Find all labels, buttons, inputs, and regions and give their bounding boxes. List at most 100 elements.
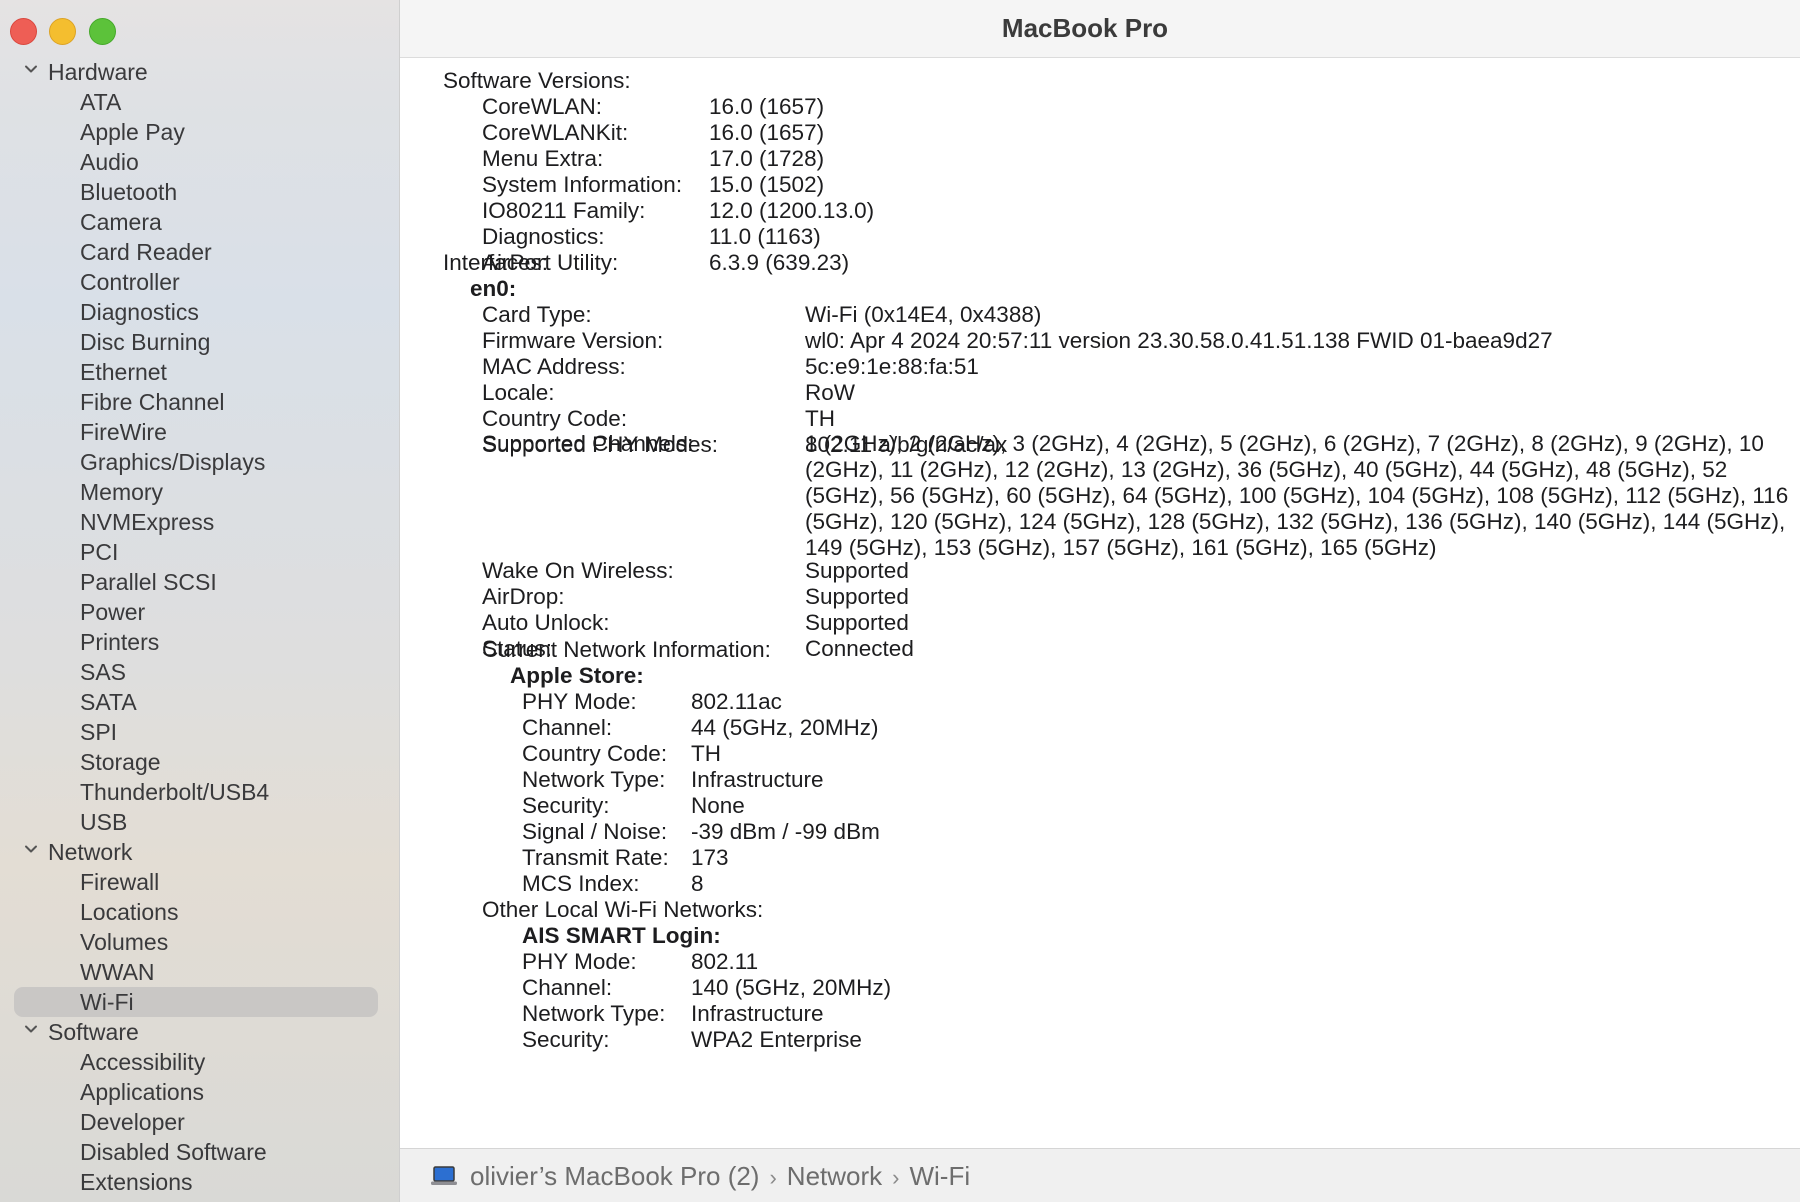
current-network-property-value: Infrastructure bbox=[691, 767, 824, 792]
detail-content[interactable]: Software Versions: CoreWLAN: 16.0 (1657) C… bbox=[400, 58, 1800, 1146]
software-version-value: 16.0 (1657) bbox=[709, 120, 825, 145]
sidebar-item-thunderbolt-usb4[interactable]: Thunderbolt/USB4 bbox=[0, 777, 399, 807]
zoom-window-button[interactable] bbox=[89, 18, 116, 45]
other-network-name: AIS SMART Login: bbox=[522, 923, 721, 948]
sidebar-item-audio[interactable]: Audio bbox=[0, 147, 399, 177]
sidebar-item-locations[interactable]: Locations bbox=[0, 897, 399, 927]
sidebar-item-wwan[interactable]: WWAN bbox=[0, 957, 399, 987]
other-network-property-label: PHY Mode: bbox=[522, 949, 637, 974]
sidebar-section-software[interactable]: Software bbox=[0, 1017, 399, 1047]
current-network-property-value: 8 bbox=[691, 871, 704, 896]
sidebar-item-parallel-scsi[interactable]: Parallel SCSI bbox=[0, 567, 399, 597]
software-version-label: CoreWLANKit: bbox=[482, 120, 629, 145]
sidebar-item-printers[interactable]: Printers bbox=[0, 627, 399, 657]
interface-property-value: Supported bbox=[805, 610, 909, 635]
breadcrumb-segment[interactable]: olivier’s MacBook Pro (2) bbox=[470, 1161, 759, 1191]
current-network-property-value: None bbox=[691, 793, 745, 818]
chevron-down-icon[interactable] bbox=[24, 62, 38, 76]
titlebar: MacBook Pro bbox=[400, 0, 1800, 58]
current-network-property-value: 173 bbox=[691, 845, 729, 870]
current-network-header: Current Network Information: bbox=[482, 637, 771, 662]
software-version-value: 6.3.9 (639.23) bbox=[709, 250, 850, 275]
interface-property-value: RoW bbox=[805, 380, 855, 405]
sidebar-item-applications[interactable]: Applications bbox=[0, 1077, 399, 1107]
sidebar-item-disc-burning[interactable]: Disc Burning bbox=[0, 327, 399, 357]
close-window-button[interactable] bbox=[10, 18, 37, 45]
current-network-property-label: Channel: bbox=[522, 715, 613, 740]
sidebar-item-usb[interactable]: USB bbox=[0, 807, 399, 837]
software-version-value: 12.0 (1200.13.0) bbox=[709, 198, 875, 223]
sidebar-item-graphics-displays[interactable]: Graphics/Displays bbox=[0, 447, 399, 477]
sidebar-item-sas[interactable]: SAS bbox=[0, 657, 399, 687]
interface-property-label: MAC Address: bbox=[482, 354, 626, 379]
supported-channels-label: Supported Channels: bbox=[482, 431, 694, 456]
laptop-icon bbox=[430, 1165, 458, 1187]
software-version-label: CoreWLAN: bbox=[482, 94, 603, 119]
sidebar-section-network[interactable]: Network bbox=[0, 837, 399, 867]
sidebar-item-developer[interactable]: Developer bbox=[0, 1107, 399, 1137]
sidebar-item-firewall[interactable]: Firewall bbox=[0, 867, 399, 897]
sidebar-item-bluetooth[interactable]: Bluetooth bbox=[0, 177, 399, 207]
software-version-label: Menu Extra: bbox=[482, 146, 604, 171]
sidebar-section-hardware[interactable]: Hardware bbox=[0, 57, 399, 87]
current-network-property-value: 802.11ac bbox=[691, 689, 782, 714]
sidebar: Hardware ATA Apple Pay Audio Bluetooth Camera… bbox=[0, 0, 400, 1202]
sidebar-item-storage[interactable]: Storage bbox=[0, 747, 399, 777]
sidebar-item-fibre-channel[interactable]: Fibre Channel bbox=[0, 387, 399, 417]
breadcrumb-segment[interactable]: Wi-Fi bbox=[909, 1161, 970, 1191]
sidebar-item-memory[interactable]: Memory bbox=[0, 477, 399, 507]
sidebar-section-label: Software bbox=[48, 1018, 139, 1045]
interface-property-label: Firmware Version: bbox=[482, 328, 664, 353]
interface-property-label: AirDrop: bbox=[482, 584, 565, 609]
sidebar-item-ata[interactable]: ATA bbox=[0, 87, 399, 117]
minimize-window-button[interactable] bbox=[49, 18, 76, 45]
software-version-value: 17.0 (1728) bbox=[709, 146, 825, 171]
sidebar-item-controller[interactable]: Controller bbox=[0, 267, 399, 297]
sidebar-item-power[interactable]: Power bbox=[0, 597, 399, 627]
sidebar-item-diagnostics[interactable]: Diagnostics bbox=[0, 297, 399, 327]
sidebar-item-pci[interactable]: PCI bbox=[0, 537, 399, 567]
software-version-value: 16.0 (1657) bbox=[709, 94, 825, 119]
current-network-property-value: -39 dBm / -99 dBm bbox=[691, 819, 880, 844]
current-network-property-value: 44 (5GHz, 20MHz) bbox=[691, 715, 879, 740]
sidebar-item-card-reader[interactable]: Card Reader bbox=[0, 237, 399, 267]
software-version-value: 15.0 (1502) bbox=[709, 172, 825, 197]
sidebar-item-wi-fi[interactable]: Wi-Fi bbox=[14, 987, 378, 1017]
sidebar-item-ethernet[interactable]: Ethernet bbox=[0, 357, 399, 387]
sidebar-item-volumes[interactable]: Volumes bbox=[0, 927, 399, 957]
sidebar-item-sata[interactable]: SATA bbox=[0, 687, 399, 717]
interface-property-value: wl0: Apr 4 2024 20:57:11 version 23.30.5… bbox=[805, 328, 1553, 353]
sidebar-item-accessibility[interactable]: Accessibility bbox=[0, 1047, 399, 1077]
interface-property-value: TH bbox=[805, 406, 835, 431]
interface-property-label: Card Type: bbox=[482, 302, 592, 327]
chevron-down-icon[interactable] bbox=[24, 842, 38, 856]
breadcrumb-segment[interactable]: Network bbox=[787, 1161, 882, 1191]
interfaces-header: Interfaces: bbox=[443, 250, 549, 275]
current-network-property-label: Signal / Noise: bbox=[522, 819, 668, 844]
path-bar: olivier’s MacBook Pro (2) › Network › Wi-Fi bbox=[400, 1148, 1800, 1202]
sidebar-item-extensions[interactable]: Extensions bbox=[0, 1167, 399, 1197]
supported-channels-value: 1 (2GHz), 2 (2GHz), 3 (2GHz), 4 (2GHz), … bbox=[805, 431, 1789, 560]
other-network-property-label: Channel: bbox=[522, 975, 613, 1000]
interface-property-value: Supported bbox=[805, 584, 909, 609]
software-version-label: IO80211 Family: bbox=[482, 198, 646, 223]
other-network-property-value: Infrastructure bbox=[691, 1001, 824, 1026]
interface-property-value: Wi-Fi (0x14E4, 0x4388) bbox=[805, 302, 1042, 327]
sidebar-item-disabled-software[interactable]: Disabled Software bbox=[0, 1137, 399, 1167]
interface-property-label: Country Code: bbox=[482, 406, 628, 431]
window-title: MacBook Pro bbox=[1001, 13, 1169, 43]
other-network-property-label: Network Type: bbox=[522, 1001, 666, 1026]
breadcrumb: olivier’s MacBook Pro (2) › Network › Wi-Fi bbox=[470, 1161, 970, 1192]
software-version-label: Diagnostics: bbox=[482, 224, 605, 249]
other-network-property-value: 802.11 bbox=[691, 949, 759, 974]
sidebar-item-spi[interactable]: SPI bbox=[0, 717, 399, 747]
sidebar-item-camera[interactable]: Camera bbox=[0, 207, 399, 237]
sidebar-item-apple-pay[interactable]: Apple Pay bbox=[0, 117, 399, 147]
sidebar-section-label: Hardware bbox=[48, 58, 148, 85]
system-information-window: Hardware ATA Apple Pay Audio Bluetooth Camera… bbox=[0, 0, 1800, 1202]
current-network-property-label: PHY Mode: bbox=[522, 689, 637, 714]
interface-property-value: Supported bbox=[805, 558, 909, 583]
sidebar-item-nvmexpress[interactable]: NVMExpress bbox=[0, 507, 399, 537]
chevron-down-icon[interactable] bbox=[24, 1022, 38, 1036]
sidebar-item-firewire[interactable]: FireWire bbox=[0, 417, 399, 447]
